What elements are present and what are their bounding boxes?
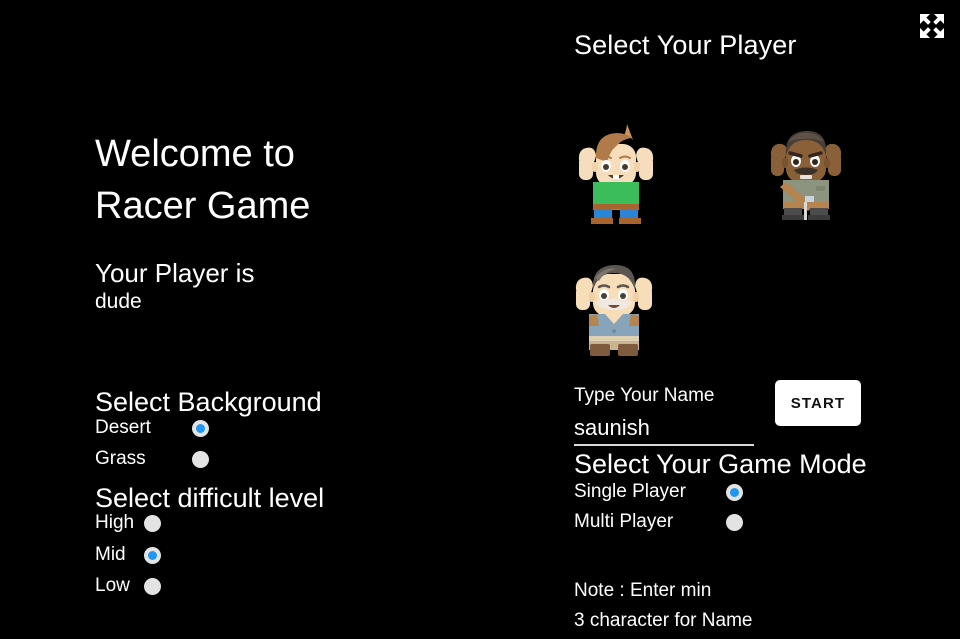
radio-label-grass: Grass <box>95 448 146 469</box>
radio-multi-player[interactable] <box>726 513 743 531</box>
radio-high[interactable] <box>144 514 161 532</box>
radio-label-multi-player: Multi Player <box>574 511 674 532</box>
select-player-title: Select Your Player <box>574 30 797 60</box>
radio-desert[interactable] <box>192 419 209 437</box>
start-button[interactable]: START <box>775 380 861 426</box>
radio-low[interactable] <box>144 577 161 595</box>
game-canvas: Select Your Player Welcome to Racer Game… <box>0 0 960 639</box>
select-gamemode-heading: Select Your Game Mode <box>574 449 867 479</box>
radio-row-single-player[interactable]: Single Player <box>574 481 743 503</box>
radio-label-high: High <box>95 512 135 533</box>
player-avatar-rocky[interactable] <box>768 116 844 220</box>
radio-row-grass[interactable]: Grass <box>95 448 209 470</box>
player-avatar-dude[interactable] <box>575 116 657 224</box>
your-player-is-label: Your Player is <box>95 258 255 288</box>
select-background-heading: Select Background <box>95 387 322 417</box>
radio-grass[interactable] <box>192 450 209 468</box>
your-player-is-value: dude <box>95 290 142 313</box>
radio-label-desert: Desert <box>95 417 151 438</box>
radio-single-player[interactable] <box>726 483 743 501</box>
name-field-label: Type Your Name <box>574 385 715 406</box>
radio-label-mid: Mid <box>95 544 126 565</box>
radio-row-low[interactable]: Low <box>95 575 161 597</box>
radio-row-high[interactable]: High <box>95 512 161 534</box>
page-title: Welcome to Racer Game <box>95 133 311 227</box>
fullscreen-expand-icon[interactable] <box>914 8 950 44</box>
player-avatar-gramps[interactable] <box>572 248 656 356</box>
name-input[interactable] <box>574 414 754 446</box>
name-note: Note : Enter min 3 character for Name <box>574 580 753 631</box>
radio-label-single-player: Single Player <box>574 481 686 502</box>
radio-row-mid[interactable]: Mid <box>95 544 161 566</box>
radio-mid[interactable] <box>144 546 161 564</box>
radio-row-multi-player[interactable]: Multi Player <box>574 511 743 533</box>
radio-label-low: Low <box>95 575 130 596</box>
radio-row-desert[interactable]: Desert <box>95 417 209 439</box>
select-difficulty-heading: Select difficult level <box>95 483 325 513</box>
